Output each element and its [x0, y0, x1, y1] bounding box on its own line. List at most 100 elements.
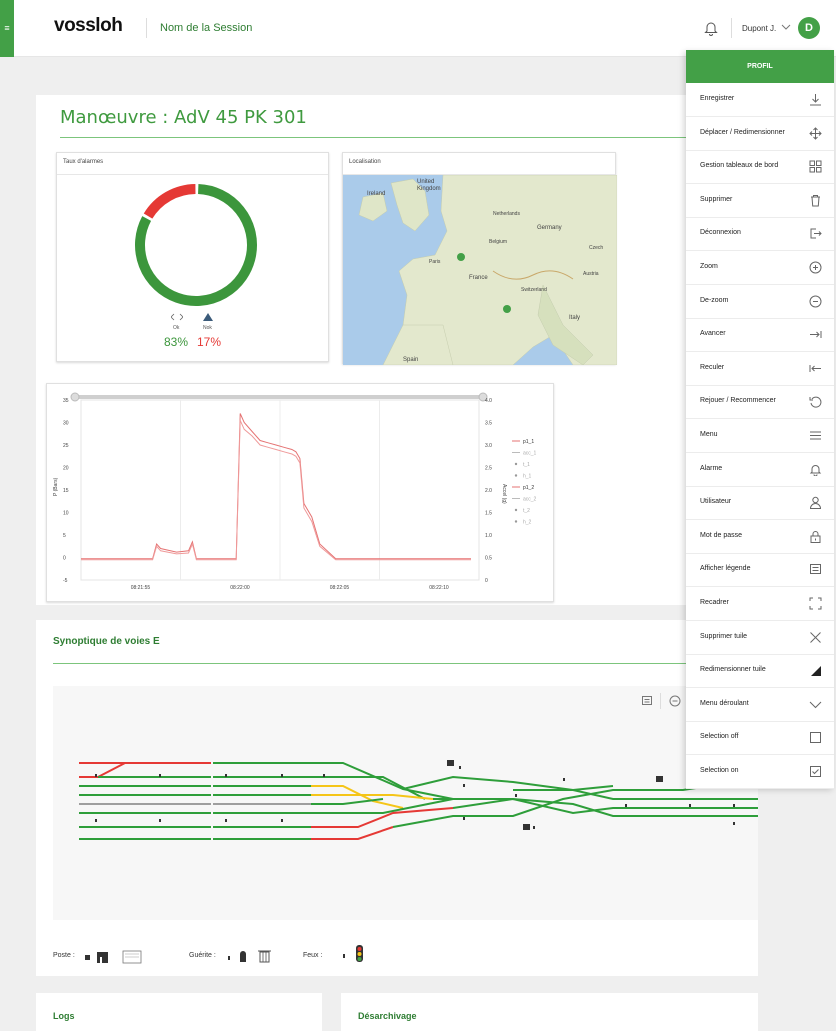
- track-diagram[interactable]: [53, 686, 769, 920]
- menu-item-label: Redimensionner tuile: [700, 666, 766, 674]
- profile-menu-item[interactable]: Alarme: [686, 453, 834, 487]
- menu-item-label: De-zoom: [700, 296, 729, 304]
- y-left-tick: -5: [63, 578, 68, 584]
- ok-label: Ok: [173, 325, 180, 331]
- menu-item-label: Alarme: [700, 464, 723, 472]
- x-tick: 08:22:10: [429, 585, 449, 591]
- profile-menu-item[interactable]: Gestion tableaux de bord: [686, 150, 834, 185]
- dashboard-icon: [809, 160, 822, 173]
- legend-marker: [514, 520, 518, 523]
- menu-item-label: Selection on: [700, 767, 739, 774]
- close-icon: [810, 631, 821, 643]
- map-label: Switzerland: [521, 287, 547, 293]
- alarm-rate-panel: Taux d'alarmes Ok Nok 83% 17%: [56, 152, 329, 362]
- menu-item-label: Recadrer: [700, 599, 729, 606]
- y-left-tick: 5: [63, 533, 66, 539]
- y-right-tick: 1.5: [485, 511, 492, 517]
- profile-menu-item[interactable]: Menu déroulant: [686, 688, 834, 722]
- guerite-icon: [228, 950, 271, 963]
- profile-menu-item[interactable]: Mot de passe: [686, 520, 834, 554]
- y-right-tick: 0.5: [485, 556, 492, 562]
- profile-menu-item[interactable]: De-zoom: [686, 285, 834, 319]
- profile-menu-item[interactable]: Supprimer tuile: [686, 621, 834, 655]
- logout-icon: [810, 228, 822, 239]
- feux-legend-label: Feux :: [303, 952, 323, 959]
- profile-menu-item[interactable]: Supprimer: [686, 184, 834, 218]
- map-label: Germany: [537, 225, 562, 231]
- chevron-down-icon[interactable]: [781, 22, 791, 32]
- profile-menu-item[interactable]: Redimensionner tuile: [686, 654, 834, 689]
- pressure-chart-panel: 35 30 25 20 15 10 5 0 -5 4.0 3.5 3.0 2.5 2.0 1.5 1.0 0.5…: [46, 383, 554, 602]
- map[interactable]: United Kingdom Ireland Netherlands German…: [343, 175, 617, 365]
- checkbox-off-icon: [810, 732, 821, 744]
- menu-item-label: Afficher légende: [700, 565, 751, 573]
- logs-card: [36, 993, 322, 1031]
- profile-menu-item[interactable]: Selection on: [686, 755, 834, 789]
- panel-title: Localisation: [349, 159, 381, 165]
- synoptic-title: Synoptique de voies E: [53, 636, 160, 647]
- desarchivage-title: Désarchivage: [358, 1011, 417, 1021]
- series-line-p1_1: [81, 413, 471, 560]
- divider: [146, 18, 147, 38]
- y-left-tick: 0: [63, 556, 66, 562]
- warning-triangle-icon: [203, 313, 213, 321]
- menu-toggle[interactable]: ≡: [0, 0, 14, 57]
- legend-label: t_2: [523, 508, 530, 514]
- traffic-light-icon: [343, 945, 363, 962]
- profile-menu-item[interactable]: Enregistrer: [686, 83, 834, 117]
- location-map-panel: Localisation United Kingdom Ireland Nethe…: [342, 152, 617, 365]
- legend-icon: [810, 564, 821, 575]
- y-right-tick: 2.0: [485, 488, 492, 494]
- notification-bell-icon[interactable]: [704, 20, 718, 36]
- profile-menu-item[interactable]: Menu: [686, 419, 834, 453]
- profile-menu-item[interactable]: Zoom: [686, 251, 834, 285]
- y-right-label: Accel (g): [501, 484, 507, 504]
- checkbox-on-icon: [810, 766, 821, 777]
- y-left-label: P (Bars): [53, 477, 59, 496]
- download-icon: [810, 94, 821, 106]
- avatar[interactable]: D: [798, 17, 820, 39]
- y-left-tick: 20: [63, 466, 69, 472]
- profile-menu-item[interactable]: Reculer: [686, 352, 834, 386]
- profile-menu-item[interactable]: Déconnexion: [686, 217, 834, 252]
- panel-divider: [57, 174, 328, 175]
- crop-icon: [809, 597, 822, 610]
- user-icon: [809, 496, 822, 510]
- legend-icon[interactable]: [641, 695, 653, 707]
- profile-menu: PROFIL Enregistrer Déplacer / Redimension…: [686, 50, 834, 789]
- title-underline: [60, 137, 686, 138]
- y-left-tick: 10: [63, 511, 69, 517]
- nok-percent: 17%: [197, 335, 222, 349]
- profile-menu-item[interactable]: Afficher légende: [686, 553, 834, 588]
- profile-menu-item[interactable]: Rejouer / Recommencer: [686, 385, 834, 420]
- alarm-donut-chart: [135, 184, 257, 306]
- backward-icon: [809, 364, 821, 372]
- y-right-tick: 2.5: [485, 466, 492, 472]
- bell-icon: [809, 464, 822, 476]
- menu-item-label: Supprimer: [700, 195, 733, 203]
- menu-item-label: Rejouer / Recommencer: [700, 397, 776, 405]
- forward-icon: [810, 331, 822, 339]
- profile-menu-item[interactable]: Utilisateur: [686, 486, 834, 521]
- profile-menu-item[interactable]: Recadrer: [686, 587, 834, 621]
- profile-menu-item[interactable]: Déplacer / Redimensionner: [686, 117, 834, 151]
- zoom-out-icon[interactable]: [669, 695, 681, 707]
- profile-menu-item[interactable]: Selection off: [686, 721, 834, 756]
- donut-nok-slice: [143, 184, 196, 219]
- map-label: Italy: [569, 315, 581, 321]
- series-line-p1_2: [81, 420, 471, 561]
- zoom-out-icon: [809, 295, 822, 308]
- profile-menu-item[interactable]: Avancer: [686, 318, 834, 353]
- vossloh-logo: vossloh: [54, 15, 123, 36]
- legend-label: h_2: [523, 520, 532, 526]
- y-left-tick: 35: [63, 398, 69, 404]
- menu-icon: [810, 431, 821, 440]
- legend-marker: [514, 462, 518, 466]
- map-label: Belgium: [489, 239, 508, 245]
- user-name[interactable]: Dupont J.: [742, 24, 776, 33]
- menu-item-label: Menu déroulant: [700, 699, 749, 707]
- pressure-chart: 35 30 25 20 15 10 5 0 -5 4.0 3.5 3.0 2.5 2.0 1.5 1.0 0.5…: [53, 392, 537, 591]
- y-left-tick: 30: [63, 421, 69, 427]
- y-right-tick: 4.0: [485, 398, 492, 404]
- track-lines: [79, 760, 769, 840]
